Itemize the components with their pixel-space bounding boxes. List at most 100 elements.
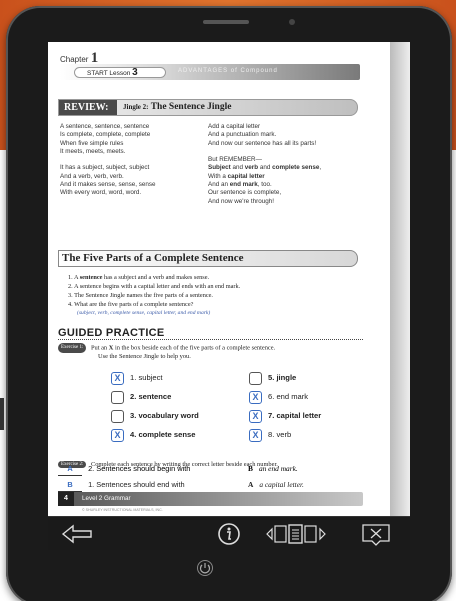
- side-button: [0, 398, 4, 430]
- five-parts-list: 1. A sentence has a subject and a verb a…: [68, 273, 368, 318]
- checkbox-label: 5. jingle: [268, 373, 297, 382]
- checkbox-label: 7. capital letter: [268, 411, 322, 420]
- power-icon[interactable]: [197, 560, 213, 576]
- jingle-line: Add a capital letter: [208, 123, 261, 130]
- lesson-number: 3: [132, 67, 138, 78]
- checkbox-item[interactable]: X 6. end mark: [249, 390, 308, 404]
- answer-blank[interactable]: B: [58, 478, 82, 492]
- checkbox-label: 2. sentence: [130, 392, 172, 401]
- page-curl-shadow: [390, 42, 410, 516]
- workbook-page: Chapter 1 START Lesson 3 ADVANTAGES of C…: [48, 42, 390, 516]
- page-view-icon[interactable]: [261, 522, 331, 546]
- exercise-1-badge: Exercise 1:: [58, 343, 87, 354]
- jingle-bold: capital letter: [227, 172, 265, 180]
- answer-choice: Ban end mark.: [248, 462, 298, 475]
- checkbox-item[interactable]: 2. sentence: [111, 390, 171, 404]
- checkbox-item[interactable]: X 1. subject: [111, 371, 163, 385]
- chapter-label: Chapter: [60, 55, 89, 64]
- reader-toolbar: [48, 516, 410, 550]
- jingle-number: Jingle 2:: [123, 103, 149, 111]
- checkbox[interactable]: X: [249, 428, 262, 442]
- five-parts-answer-note: (subject, verb, complete sense, capital …: [77, 310, 211, 317]
- answer-row: A 2. Sentences should begin with Ban end…: [58, 462, 378, 476]
- jingle-line: [208, 148, 368, 156]
- lesson-band: START Lesson 3 ADVANTAGES of Compound: [60, 64, 360, 80]
- copyright: © SHURLEY INSTRUCTIONAL MATERIALS, INC.: [82, 508, 163, 512]
- exercise-text: in the box beside each of the five parts…: [113, 344, 276, 352]
- jingle-bold: complete sense: [272, 164, 320, 172]
- checkbox-item[interactable]: 5. jingle: [249, 371, 296, 385]
- jingle-text: and: [258, 164, 273, 172]
- jingle-line: And now our sentence has all its parts!: [208, 139, 317, 147]
- jingle-left-column: A sentence, sentence, sentence Is comple…: [60, 123, 210, 198]
- jingle-line: And an end mark, too.: [208, 181, 368, 189]
- checkbox-item[interactable]: X 4. complete sense: [111, 428, 195, 442]
- jingle-bold: Subject: [208, 164, 231, 172]
- jingle-title: The Sentence Jingle: [150, 102, 232, 112]
- list-item-text: has a subject and a verb and makes sense…: [102, 274, 210, 281]
- jingle-text: and: [230, 164, 245, 172]
- checkbox[interactable]: [111, 390, 124, 404]
- jingle-bold: end mark: [229, 181, 258, 189]
- lesson-label: START Lesson: [87, 70, 131, 77]
- choice-text: a capital letter.: [259, 480, 304, 489]
- checkbox-label: 3. vocabulary word: [130, 411, 199, 420]
- list-item: 3. The Sentence Jingle names the five pa…: [68, 292, 214, 300]
- jingle-line: But REMEMBER—: [208, 156, 262, 164]
- answer-prompt: 2. Sentences should begin with: [88, 464, 191, 473]
- list-item-text: 1. A: [68, 274, 80, 281]
- guided-practice-heading: GUIDED PRACTICE: [58, 327, 165, 339]
- lesson-deco-text: ADVANTAGES of Compound: [178, 68, 278, 74]
- review-title: Jingle 2: The Sentence Jingle: [123, 101, 231, 114]
- jingle-line: With every word, word, word.: [60, 189, 142, 197]
- jingle-text: And an: [208, 181, 230, 189]
- close-icon[interactable]: [360, 522, 392, 546]
- choice-text: an end mark.: [258, 464, 298, 473]
- screen: Chapter 1 START Lesson 3 ADVANTAGES of C…: [48, 42, 410, 516]
- checkbox-label: 8. verb: [268, 430, 292, 439]
- checkbox[interactable]: X: [249, 409, 262, 423]
- jingle-line: And a punctuation mark.: [208, 131, 277, 139]
- jingle-bold: verb: [244, 164, 259, 172]
- checkbox[interactable]: X: [111, 371, 124, 385]
- jingle-line: And a verb, verb, verb.: [60, 172, 124, 180]
- camera: [289, 19, 295, 25]
- choice-letter: A: [248, 480, 254, 489]
- jingle-line: Is complete, complete, complete: [60, 131, 151, 139]
- page-number: 4: [58, 492, 74, 506]
- jingle-line: It has a subject, subject, subject: [60, 164, 150, 172]
- jingle-text: , too.: [257, 181, 272, 189]
- jingle-text: With a: [208, 172, 228, 180]
- list-item: 4. What are the five parts of a complete…: [68, 301, 194, 309]
- jingle-line: It meets, meets, meets.: [60, 147, 126, 155]
- exercise-text: Put an: [90, 344, 109, 352]
- checkbox[interactable]: X: [111, 428, 124, 442]
- checkbox[interactable]: [249, 371, 262, 385]
- jingle-right-column: Add a capital letter And a punctuation m…: [208, 123, 368, 206]
- exercise-1-instructions: Exercise 1: Put an X in the box beside e…: [58, 343, 368, 361]
- back-arrow-icon[interactable]: [60, 522, 94, 546]
- list-item-bold: sentence: [79, 274, 103, 281]
- review-banner: REVIEW: Jingle 2: The Sentence Jingle: [58, 99, 358, 116]
- footer-label: Level 2 Grammar: [82, 495, 131, 502]
- choice-letter: B: [248, 464, 253, 473]
- checkbox-item[interactable]: X 7. capital letter: [249, 409, 321, 423]
- jingle-line: Our sentence is complete,: [208, 189, 282, 197]
- jingle-line: When five simple rules: [60, 139, 124, 147]
- answer-row: B 1. Sentences should end with Aa capita…: [58, 478, 378, 492]
- checkbox-item[interactable]: X 8. verb: [249, 428, 291, 442]
- answer-prompt: 1. Sentences should end with: [88, 480, 185, 489]
- review-tag: REVIEW:: [59, 100, 117, 115]
- five-parts-heading: The Five Parts of a Complete Sentence: [58, 250, 358, 267]
- jingle-text: ,: [319, 164, 322, 172]
- answer-blank[interactable]: A: [58, 462, 82, 476]
- info-icon[interactable]: [216, 522, 242, 546]
- checkbox[interactable]: [111, 409, 124, 423]
- jingle-line: And now we're through!: [208, 197, 274, 205]
- jingle-line: Subject and verb and complete sense,: [208, 164, 368, 172]
- stage: Chapter 1 START Lesson 3 ADVANTAGES of C…: [0, 0, 456, 601]
- list-item: 2. A sentence begins with a capital lett…: [68, 283, 241, 291]
- checkbox-item[interactable]: 3. vocabulary word: [111, 409, 199, 423]
- checkbox[interactable]: X: [249, 390, 262, 404]
- jingle-line: And it makes sense, sense, sense: [60, 181, 156, 189]
